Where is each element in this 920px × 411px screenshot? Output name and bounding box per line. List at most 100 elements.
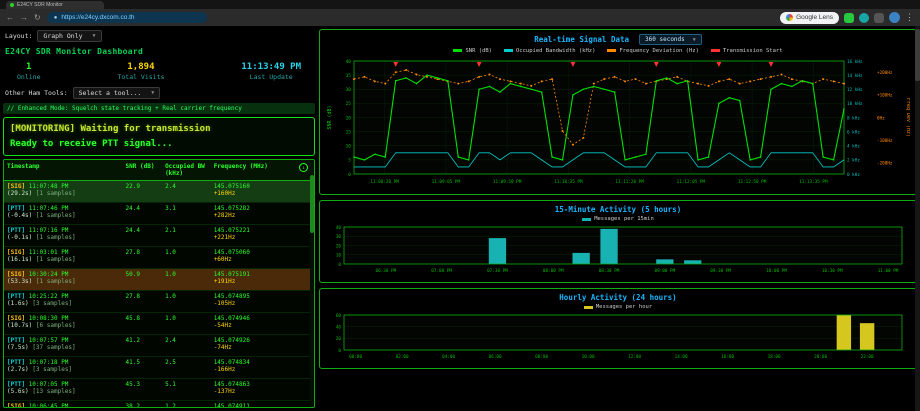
- lock-icon: ●: [54, 15, 58, 21]
- row-time: 11:07:46 PM: [29, 205, 69, 212]
- svg-text:11:12:05 PM: 11:12:05 PM: [677, 179, 706, 185]
- table-row[interactable]: [SIG] 10:08:30 PM(10.7s) [6 samples]45.8…: [4, 313, 314, 335]
- cell-frequency: 145.074895-105Hz: [214, 293, 296, 307]
- browser-scrollbar-thumb[interactable]: [915, 29, 920, 81]
- svg-text:06:00: 06:00: [489, 354, 502, 360]
- table-scrollbar-thumb[interactable]: [310, 175, 314, 233]
- range-selector[interactable]: 360 seconds ▼: [639, 34, 702, 45]
- svg-text:40: 40: [336, 324, 342, 330]
- reload-icon[interactable]: ↻: [34, 14, 41, 22]
- svg-text:12:00: 12:00: [628, 354, 641, 360]
- row-frequency: 145.075221: [214, 227, 250, 234]
- table-row[interactable]: [SIG] 10:06:45 PM(3.1s) [2 samples]38.21…: [4, 401, 314, 408]
- row-samples: [1 samples]: [36, 212, 76, 219]
- cell-bw: 1.0: [165, 293, 214, 307]
- svg-text:10 kHz: 10 kHz: [847, 101, 863, 107]
- dashboard-page: Layout: Graph Only ▼ E24CY SDR Monitor D…: [0, 26, 920, 411]
- svg-text:-200Hz: -200Hz: [877, 161, 893, 167]
- row-tag: [PTT]: [7, 293, 25, 300]
- svg-text:16 kHz: 16 kHz: [847, 59, 863, 65]
- table-row[interactable]: [SIG] 11:03:01 PM(16.1s) [1 samples]27.8…: [4, 247, 314, 269]
- layout-select[interactable]: Graph Only ▼: [37, 30, 101, 42]
- table-scrollbar[interactable]: [310, 175, 314, 407]
- svg-text:14 kHz: 14 kHz: [847, 73, 863, 79]
- svg-text:09:00 PM: 09:00 PM: [654, 268, 675, 274]
- browser-scrollbar[interactable]: [915, 26, 920, 411]
- bandwidth-swatch-icon: [504, 49, 513, 52]
- monitor-status-line: [MONITORING] Waiting for transmission: [10, 124, 308, 134]
- table-row[interactable]: [PTT] 10:07:57 PM(7.5s) [37 samples]41.2…: [4, 335, 314, 357]
- extension-teal-icon[interactable]: [859, 13, 869, 23]
- svg-text:12 kHz: 12 kHz: [847, 87, 863, 93]
- table-row[interactable]: [PTT] 10:07:18 PM(2.7s) [3 samples]41.52…: [4, 357, 314, 379]
- stat-last-update: 11:13:49 PM Last Update: [241, 62, 301, 81]
- svg-text:20:00: 20:00: [814, 354, 827, 360]
- row-duration: (2.7s): [7, 366, 29, 373]
- table-row[interactable]: [PTT] 10:25:22 PM(1.6s) [3 samples]27.81…: [4, 291, 314, 313]
- cell-timestamp: [PTT] 10:07:18 PM(2.7s) [3 samples]: [7, 359, 126, 373]
- scroll-lock-button[interactable]: ↓: [299, 163, 308, 172]
- row-time: 10:07:18 PM: [29, 359, 69, 366]
- cell-snr: 22.9: [126, 183, 166, 197]
- svg-text:11:10:35 PM: 11:10:35 PM: [554, 179, 583, 185]
- svg-text:16:00: 16:00: [721, 354, 734, 360]
- svg-text:Freq Dev (Hz): Freq Dev (Hz): [905, 98, 910, 137]
- row-offset: +221Hz: [214, 234, 236, 241]
- hourly-activity-title: Hourly Activity (24 hours): [559, 293, 676, 302]
- svg-text:5: 5: [348, 158, 351, 164]
- row-offset: +60Hz: [214, 256, 232, 263]
- header-frequency: Frequency (MHz): [214, 163, 296, 177]
- table-row[interactable]: [PTT] 10:07:05 PM(5.6s) [13 samples]45.3…: [4, 379, 314, 401]
- visits-label: Total Visits: [117, 73, 164, 81]
- chevron-down-icon: ▼: [151, 90, 154, 96]
- profile-avatar[interactable]: [889, 12, 900, 23]
- stats-row: 1 Online 1,894 Total Visits 11:13:49 PM …: [3, 60, 315, 83]
- range-selector-value: 360 seconds: [645, 36, 685, 43]
- hourly-activity-chart: 020406000:0002:0004:0006:0008:0010:0012:…: [324, 311, 910, 361]
- cell-snr: 45.3: [126, 381, 166, 395]
- table-row[interactable]: [PTT] 11:07:16 PM(-0.1s) [1 samples]24.4…: [4, 225, 314, 247]
- svg-text:22:00: 22:00: [861, 354, 874, 360]
- svg-text:00:00: 00:00: [349, 354, 362, 360]
- cell-snr: 38.2: [126, 403, 166, 408]
- row-time: 11:03:01 PM: [29, 249, 69, 256]
- back-icon[interactable]: ←: [6, 14, 14, 22]
- google-lens-label: Google Lens: [796, 14, 833, 21]
- row-samples: [6 samples]: [36, 322, 76, 329]
- browser-tab[interactable]: E24CY SDR Monitor: [6, 1, 104, 9]
- cell-bw: 2.4: [165, 337, 214, 351]
- row-duration: (5.6s): [7, 388, 29, 395]
- svg-text:11:09:50 PM: 11:09:50 PM: [493, 179, 522, 185]
- table-row[interactable]: [SIG] 10:30:24 PM(53.3s) [1 samples]50.9…: [4, 269, 314, 291]
- tx-start-swatch-icon: [711, 49, 720, 52]
- row-tag: [PTT]: [7, 227, 25, 234]
- online-value: 1: [17, 62, 40, 72]
- svg-text:8 kHz: 8 kHz: [847, 115, 860, 121]
- table-row[interactable]: [PTT] 11:07:46 PM(-0.4s) [1 samples]24.4…: [4, 203, 314, 225]
- visits-value: 1,894: [117, 62, 164, 72]
- tools-select[interactable]: Select a tool... ▼: [73, 87, 161, 99]
- row-tag: [SIG]: [7, 315, 25, 322]
- browser-menu-icon[interactable]: ⋮: [905, 13, 914, 22]
- extensions-puzzle-icon[interactable]: [874, 13, 884, 23]
- cell-frequency: 145.075160+160Hz: [214, 183, 296, 197]
- cell-bw: 5.1: [165, 381, 214, 395]
- cell-frequency: 145.074946-54Hz: [214, 315, 296, 329]
- row-tag: [PTT]: [7, 337, 25, 344]
- google-lens-button[interactable]: Google Lens: [780, 12, 839, 24]
- row-tag: [SIG]: [7, 249, 25, 256]
- row-samples: [1 samples]: [36, 190, 76, 197]
- row-frequency: 145.075160: [214, 183, 250, 190]
- row-offset: +282Hz: [214, 212, 236, 219]
- forward-icon[interactable]: →: [20, 14, 28, 22]
- url-bar[interactable]: ● https://e24cy.dxcom.co.th: [47, 12, 207, 23]
- extension-green-icon[interactable]: [844, 13, 854, 23]
- deviation-swatch-icon: [607, 49, 616, 52]
- svg-text:10: 10: [346, 144, 352, 150]
- svg-text:02:00: 02:00: [396, 354, 409, 360]
- table-row[interactable]: [SIG] 11:07:48 PM(29.2s) [1 samples]22.9…: [4, 181, 314, 203]
- cell-timestamp: [SIG] 11:03:01 PM(16.1s) [1 samples]: [7, 249, 126, 263]
- row-frequency: 145.075060: [214, 249, 250, 256]
- cell-timestamp: [PTT] 10:07:57 PM(7.5s) [37 samples]: [7, 337, 126, 351]
- tools-select-value: Select a tool...: [79, 89, 142, 97]
